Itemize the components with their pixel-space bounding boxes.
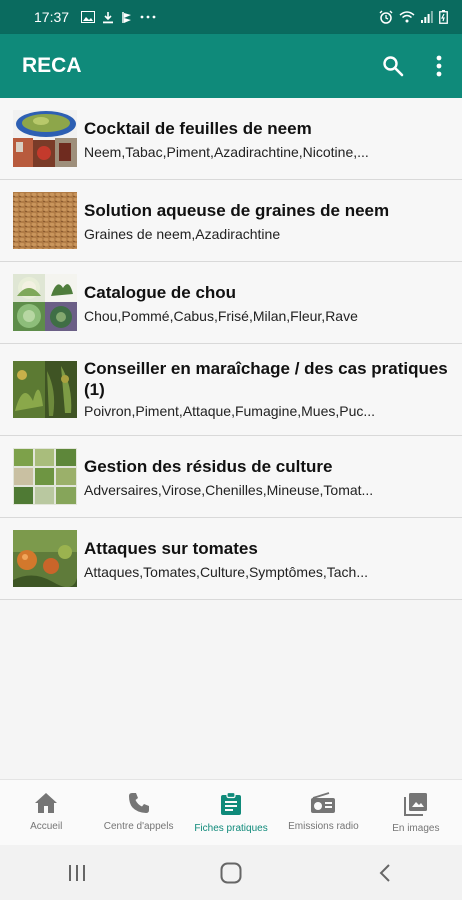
item-title: Conseiller en maraîchage / des cas prati… bbox=[84, 359, 448, 399]
list-item[interactable]: Conseiller en maraîchage / des cas prati… bbox=[0, 344, 462, 436]
list-item[interactable]: Cocktail de feuilles de neem Neem,Tabac,… bbox=[0, 98, 462, 180]
nav-label: Accueil bbox=[30, 821, 63, 832]
photo-library-icon bbox=[403, 792, 428, 816]
status-notification-icons bbox=[81, 11, 156, 24]
thumbnail-image bbox=[13, 192, 77, 249]
more-vert-icon[interactable] bbox=[416, 43, 462, 89]
list-item[interactable]: Attaques sur tomates Attaques,Tomates,Cu… bbox=[0, 518, 462, 600]
item-title: Solution aqueuse de graines de neem bbox=[84, 201, 390, 220]
item-keywords: Neem,Tabac,Piment,Azadirachtine,Nicotine… bbox=[84, 144, 369, 160]
item-keywords: Chou,Pommé,Cabus,Frisé,Milan,Fleur,Rave bbox=[84, 308, 358, 324]
radio-icon bbox=[310, 792, 336, 814]
app-bar: RECA bbox=[0, 34, 462, 98]
recent-apps-icon[interactable] bbox=[47, 853, 107, 893]
item-title: Attaques sur tomates bbox=[84, 539, 258, 558]
more-dots-icon bbox=[140, 15, 156, 19]
item-keywords: Attaques,Tomates,Culture,Symptômes,Tach.… bbox=[84, 564, 369, 580]
nav-label: Fiches pratiques bbox=[194, 823, 268, 834]
nav-label: Emissions radio bbox=[288, 821, 359, 832]
nav-item-accueil[interactable]: Accueil bbox=[0, 780, 92, 845]
app-title: RECA bbox=[22, 54, 82, 77]
nav-label: En images bbox=[392, 823, 440, 834]
alarm-icon bbox=[379, 10, 393, 24]
status-bar: 17:37 bbox=[0, 0, 462, 34]
item-keywords: Poivron,Piment,Attaque,Fumagine,Mues,Puc… bbox=[84, 403, 376, 419]
status-time: 17:37 bbox=[34, 9, 70, 25]
nav-item-emissions-radio[interactable]: Emissions radio bbox=[277, 780, 369, 845]
thumbnail-image bbox=[13, 110, 77, 167]
list-item[interactable]: Catalogue de chou Chou,Pommé,Cabus,Frisé… bbox=[0, 262, 462, 344]
battery-icon bbox=[439, 10, 448, 24]
fiches-list: Cocktail de feuilles de neem Neem,Tabac,… bbox=[0, 98, 462, 600]
nav-label: Centre d'appels bbox=[103, 821, 174, 832]
nav-item-centre-appels[interactable]: Centre d'appels bbox=[92, 780, 184, 845]
search-icon[interactable] bbox=[370, 43, 416, 89]
thumbnail-image bbox=[13, 274, 77, 331]
thumbnail-image bbox=[13, 448, 77, 505]
list-item[interactable]: Gestion des résidus de culture Adversair… bbox=[0, 436, 462, 518]
home-icon bbox=[34, 792, 58, 814]
clipboard-icon bbox=[220, 792, 242, 816]
status-system-icons bbox=[379, 10, 448, 24]
bottom-navigation: Accueil Centre d'appels Fiches pratiques… bbox=[0, 779, 462, 845]
wifi-icon bbox=[399, 11, 415, 23]
home-button-icon[interactable] bbox=[201, 853, 261, 893]
image-icon bbox=[81, 11, 96, 23]
back-icon[interactable] bbox=[355, 853, 415, 893]
phone-icon bbox=[128, 792, 150, 814]
item-keywords: Graines de neem,Azadirachtine bbox=[84, 226, 281, 242]
item-title: Gestion des résidus de culture bbox=[84, 457, 333, 476]
system-navigation-bar bbox=[0, 845, 462, 900]
flag-icon bbox=[121, 11, 133, 24]
download-icon bbox=[102, 11, 114, 24]
item-title: Catalogue de chou bbox=[84, 283, 237, 302]
nav-item-en-images[interactable]: En images bbox=[370, 780, 462, 845]
thumbnail-image bbox=[13, 530, 77, 587]
signal-icon bbox=[421, 11, 433, 23]
list-item[interactable]: Solution aqueuse de graines de neem Grai… bbox=[0, 180, 462, 262]
item-keywords: Adversaires,Virose,Chenilles,Mineuse,Tom… bbox=[84, 482, 374, 498]
thumbnail-image bbox=[13, 361, 77, 418]
nav-item-fiches-pratiques[interactable]: Fiches pratiques bbox=[185, 780, 277, 845]
item-title: Cocktail de feuilles de neem bbox=[84, 119, 312, 138]
